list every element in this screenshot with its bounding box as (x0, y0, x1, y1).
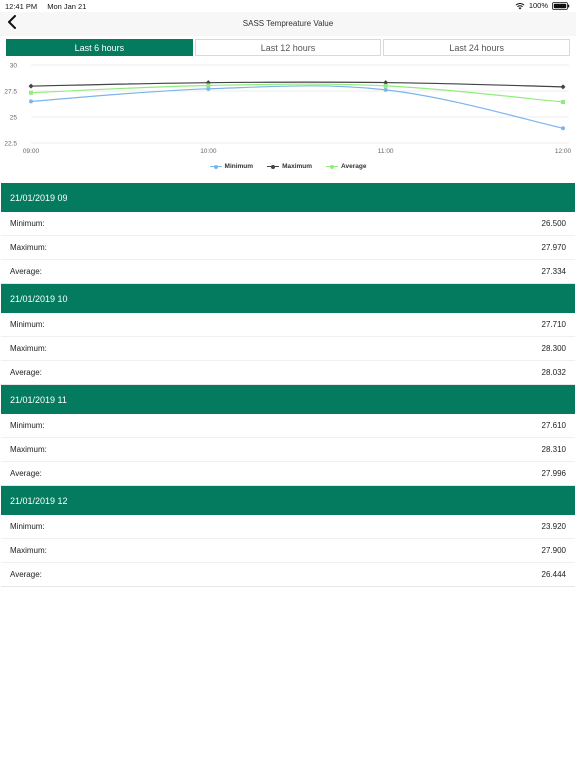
record-row-minimum: Minimum: 23.920 (1, 515, 575, 539)
x-tick-label: 10:00 (200, 148, 217, 155)
x-tick-label: 12:00 (555, 148, 572, 155)
data-point-average (29, 90, 33, 95)
legend-label-maximum: Maximum (282, 163, 313, 170)
row-label: Minimum: (10, 522, 45, 531)
record-header: 21/01/2019 11 (1, 385, 575, 414)
battery-icon (552, 1, 570, 10)
row-label: Maximum: (10, 344, 47, 353)
records-list: 21/01/2019 09 Minimum: 26.500 Maximum: 27.… (1, 183, 575, 587)
legend-item-minimum[interactable]: Minimum (209, 163, 254, 170)
record-header: 21/01/2019 09 (1, 183, 575, 212)
row-label: Average: (10, 570, 42, 579)
row-value: 27.710 (541, 320, 566, 329)
row-label: Maximum: (10, 445, 47, 454)
record-row-maximum: Maximum: 27.970 (1, 236, 575, 260)
y-tick-label: 25 (10, 115, 18, 122)
record-row-maximum: Maximum: 28.300 (1, 337, 575, 361)
record-group: 21/01/2019 11 Minimum: 27.610 Maximum: 28.… (1, 385, 575, 486)
chart-legend: Minimum Maximum Average (0, 163, 576, 170)
record-row-minimum: Minimum: 27.710 (1, 313, 575, 337)
legend-item-maximum[interactable]: Maximum (267, 163, 312, 170)
status-bar: 12:41 PM Mon Jan 21 100% (0, 0, 576, 12)
tab-last-6-hours[interactable]: Last 6 hours (6, 39, 193, 56)
y-tick-label: 22.5 (4, 141, 17, 148)
record-row-average: Average: 27.334 (1, 260, 575, 284)
legend-swatch-average (326, 164, 339, 170)
legend-swatch-maximum (267, 164, 280, 170)
row-value: 27.334 (541, 267, 566, 276)
data-point-maximum (560, 84, 566, 90)
data-point-average (561, 99, 565, 104)
row-value: 27.900 (541, 546, 566, 555)
row-value: 28.310 (541, 445, 566, 454)
record-row-minimum: Minimum: 26.500 (1, 212, 575, 236)
y-tick-label: 27.5 (4, 89, 17, 96)
tab-last-24-hours[interactable]: Last 24 hours (383, 39, 571, 56)
wifi-icon (515, 2, 525, 10)
legend-label-minimum: Minimum (224, 163, 254, 170)
x-tick-label: 09:00 (23, 148, 40, 155)
row-label: Minimum: (10, 421, 45, 430)
record-row-average: Average: 26.444 (1, 563, 575, 587)
tab-last-12-hours[interactable]: Last 12 hours (194, 39, 382, 56)
row-value: 28.032 (541, 368, 566, 377)
record-header: 21/01/2019 12 (1, 486, 575, 515)
record-row-minimum: Minimum: 27.610 (1, 414, 575, 438)
data-point-average (206, 83, 211, 88)
data-point-minimum (561, 126, 565, 131)
status-date: Mon Jan 21 (47, 2, 87, 11)
page-title: SASS Tempreature Value (242, 19, 334, 28)
row-label: Maximum: (10, 546, 47, 555)
row-label: Average: (10, 368, 42, 377)
row-value: 26.444 (541, 570, 566, 579)
row-value: 27.996 (541, 469, 566, 478)
record-row-average: Average: 27.996 (1, 462, 575, 486)
temperature-chart: 30 27.5 25 22.5 09:00 10:00 11:00 12:00 (0, 58, 576, 176)
time-range-tabs: Last 6 hours Last 12 hours Last 24 hours (6, 39, 571, 56)
record-group: 21/01/2019 09 Minimum: 26.500 Maximum: 27.… (1, 183, 575, 284)
data-point-minimum (29, 99, 33, 104)
row-value: 27.610 (541, 421, 566, 430)
legend-swatch-minimum (209, 164, 222, 170)
series-line-minimum (30, 85, 564, 129)
series-line-average (30, 83, 564, 103)
row-value: 28.300 (541, 344, 566, 353)
battery-percent: 100% (528, 1, 548, 10)
record-header: 21/01/2019 10 (1, 284, 575, 313)
record-row-average: Average: 28.032 (1, 361, 575, 385)
data-point-minimum (383, 87, 388, 92)
record-group: 21/01/2019 10 Minimum: 27.710 Maximum: 28.… (1, 284, 575, 385)
legend-label-average: Average (341, 163, 367, 170)
row-label: Maximum: (10, 243, 47, 252)
row-label: Minimum: (10, 320, 45, 329)
row-label: Average: (10, 469, 42, 478)
status-time: 12:41 PM (5, 2, 38, 11)
record-group: 21/01/2019 12 Minimum: 23.920 Maximum: 27.… (1, 486, 575, 587)
data-point-average (383, 83, 388, 88)
row-label: Minimum: (10, 219, 45, 228)
data-point-maximum (28, 83, 34, 89)
chart-svg: 30 27.5 25 22.5 09:00 10:00 11:00 12:00 (4, 63, 572, 156)
y-tick-label: 30 (10, 63, 18, 70)
record-row-maximum: Maximum: 27.900 (1, 539, 575, 563)
x-tick-label: 11:00 (378, 148, 394, 155)
record-row-maximum: Maximum: 28.310 (1, 438, 575, 462)
row-label: Average: (10, 267, 42, 276)
row-value: 27.970 (541, 243, 566, 252)
row-value: 26.500 (541, 219, 566, 228)
legend-item-average[interactable]: Average (326, 163, 366, 170)
row-value: 23.920 (541, 522, 566, 531)
nav-bar: SASS Tempreature Value (0, 12, 576, 36)
